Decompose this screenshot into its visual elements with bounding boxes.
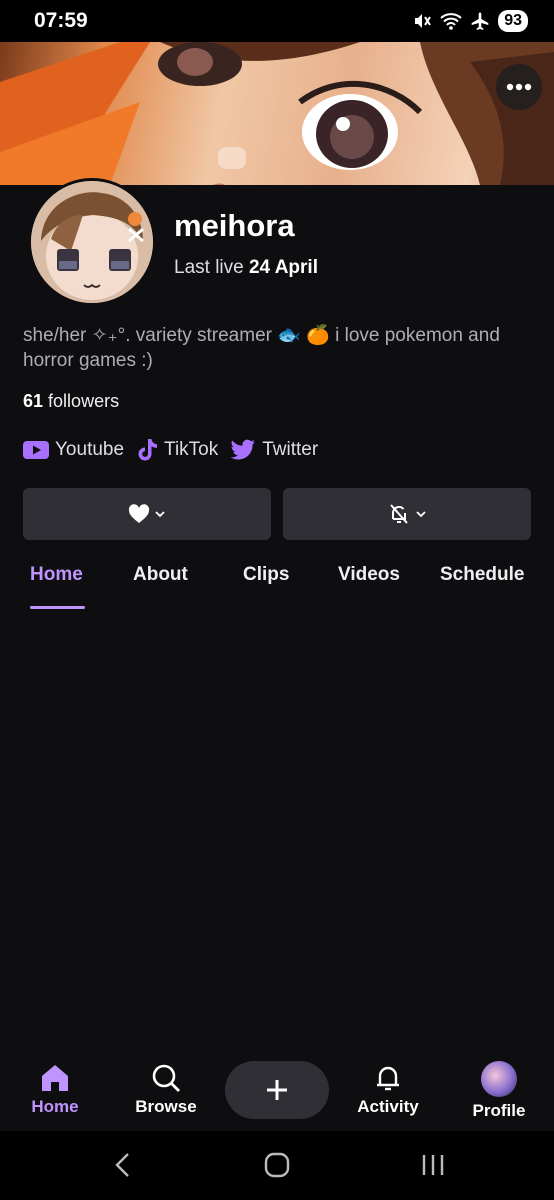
last-live-label: Last live [174, 257, 244, 278]
heart-icon [128, 504, 150, 523]
recents-icon [422, 1155, 444, 1175]
home-icon [42, 1065, 68, 1091]
nav-activity-label: Activity [357, 1097, 419, 1116]
last-live-date: 24 April [248, 257, 318, 278]
more-dots-icon [506, 83, 532, 91]
channel-banner [0, 42, 554, 185]
system-back-button[interactable] [112, 1151, 134, 1184]
nav-browse[interactable]: Browse [121, 1063, 211, 1117]
bell-icon [377, 1066, 399, 1091]
youtube-icon [23, 441, 49, 459]
social-label-youtube: Youtube [55, 439, 125, 460]
mute-icon [412, 11, 432, 31]
chevron-down-icon [416, 511, 426, 518]
social-link-twitter[interactable]: Twitter [230, 439, 318, 461]
last-live-status: Last live 24 April [174, 257, 318, 279]
channel-avatar[interactable] [28, 178, 156, 306]
create-button[interactable] [225, 1061, 329, 1119]
nav-home[interactable]: Home [10, 1063, 100, 1117]
social-link-tiktok[interactable]: TikTok [136, 438, 218, 462]
notifications-button[interactable] [283, 488, 531, 540]
tab-about[interactable]: About [133, 564, 188, 586]
social-link-youtube[interactable]: Youtube [23, 439, 124, 461]
followers-label: followers [48, 391, 120, 411]
social-links: Youtube TikTok Twitter [23, 438, 318, 462]
bottom-navigation: Home Browse Activity Profile [0, 1057, 554, 1131]
plus-icon [267, 1080, 287, 1100]
chevron-down-icon [155, 511, 165, 518]
followers-count[interactable]: 61 followers [23, 391, 119, 412]
more-options-button[interactable] [496, 64, 542, 110]
channel-bio: she/her ✧₊°. variety streamer 🐟 🍊 i love… [23, 325, 500, 371]
wifi-icon [440, 11, 462, 31]
tab-videos[interactable]: Videos [338, 564, 400, 586]
nav-home-label: Home [31, 1097, 79, 1116]
nav-profile[interactable]: Profile [454, 1061, 544, 1121]
follow-button[interactable] [23, 488, 271, 540]
social-label-twitter: Twitter [262, 439, 319, 460]
banner-artwork [0, 42, 554, 185]
battery-indicator: 93 [498, 10, 528, 32]
status-icons: 93 [412, 10, 528, 32]
system-home-button[interactable] [264, 1151, 290, 1184]
status-bar: 07:59 93 [0, 0, 554, 42]
tab-schedule[interactable]: Schedule [440, 564, 524, 586]
channel-tabs: Home About Clips Videos Schedule [0, 564, 554, 610]
home-circle-icon [264, 1152, 290, 1178]
tab-clips[interactable]: Clips [243, 564, 289, 586]
profile-avatar [481, 1061, 517, 1097]
channel-username: meihora [174, 208, 295, 243]
bell-off-icon [390, 504, 408, 524]
social-label-tiktok: TikTok [164, 439, 219, 460]
tab-home[interactable]: Home [30, 564, 83, 586]
followers-number: 61 [23, 391, 44, 411]
avatar-artwork [31, 181, 153, 303]
search-icon [152, 1064, 180, 1092]
airplane-icon [470, 11, 490, 31]
active-tab-indicator [30, 606, 85, 609]
back-icon [115, 1153, 129, 1177]
nav-activity[interactable]: Activity [343, 1063, 433, 1117]
twitter-icon [230, 439, 256, 460]
nav-profile-label: Profile [472, 1101, 526, 1120]
nav-browse-label: Browse [135, 1097, 197, 1116]
system-navigation-bar [0, 1131, 554, 1200]
status-time: 07:59 [34, 9, 88, 32]
tiktok-icon [138, 439, 158, 461]
system-recents-button[interactable] [420, 1151, 446, 1184]
